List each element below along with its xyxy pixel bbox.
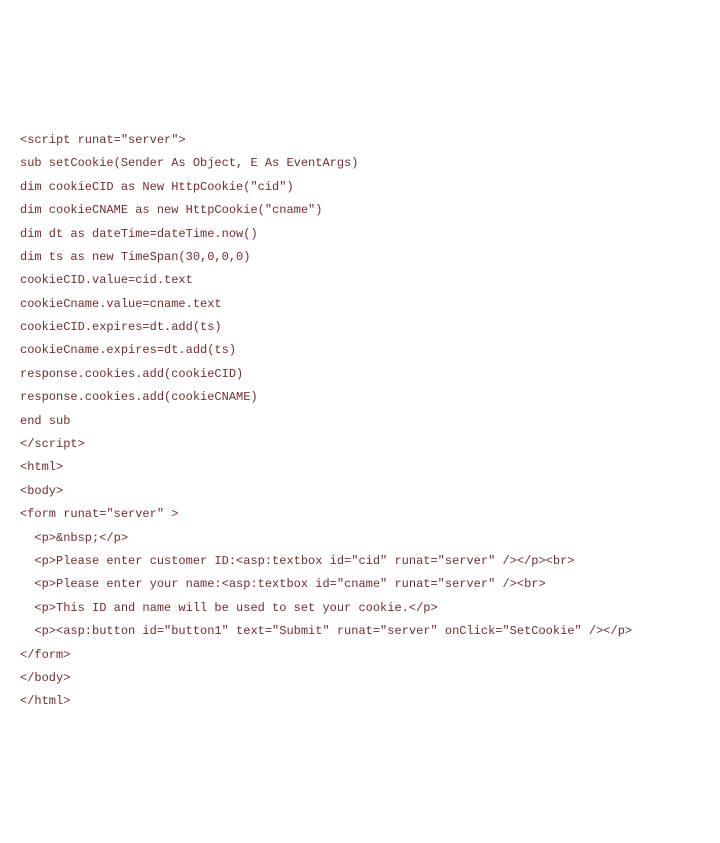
code-line: <script runat="server"> bbox=[20, 133, 186, 147]
code-line: response.cookies.add(cookieCNAME) bbox=[20, 390, 258, 404]
code-line: end sub bbox=[20, 414, 70, 428]
code-line: </html> bbox=[20, 694, 70, 708]
code-line: cookieCID.expires=dt.add(ts) bbox=[20, 320, 222, 334]
code-line: <p>Please enter your name:<asp:textbox i… bbox=[20, 577, 546, 591]
code-line: sub setCookie(Sender As Object, E As Eve… bbox=[20, 156, 358, 170]
code-line: dim ts as new TimeSpan(30,0,0,0) bbox=[20, 250, 250, 264]
code-line: <p><asp:button id="button1" text="Submit… bbox=[20, 624, 632, 638]
code-line: response.cookies.add(cookieCID) bbox=[20, 367, 243, 381]
code-line: <p>This ID and name will be used to set … bbox=[20, 601, 438, 615]
code-line: cookieCID.value=cid.text bbox=[20, 273, 193, 287]
code-line: dim cookieCID as New HttpCookie("cid") bbox=[20, 180, 294, 194]
code-line: dim cookieCNAME as new HttpCookie("cname… bbox=[20, 203, 322, 217]
code-line: cookieCname.value=cname.text bbox=[20, 297, 222, 311]
code-line: <body> bbox=[20, 484, 63, 498]
code-line: </form> bbox=[20, 648, 70, 662]
code-line: </script> bbox=[20, 437, 85, 451]
code-line: dim dt as dateTime=dateTime.now() bbox=[20, 227, 258, 241]
code-line: <form runat="server" > bbox=[20, 507, 178, 521]
code-line: </body> bbox=[20, 671, 70, 685]
code-line: cookieCname.expires=dt.add(ts) bbox=[20, 343, 236, 357]
code-line: <p>Please enter customer ID:<asp:textbox… bbox=[20, 554, 575, 568]
code-line: <p>&nbsp;</p> bbox=[20, 531, 128, 545]
code-listing: <script runat="server"> sub setCookie(Se… bbox=[20, 106, 700, 714]
code-line: <html> bbox=[20, 460, 63, 474]
